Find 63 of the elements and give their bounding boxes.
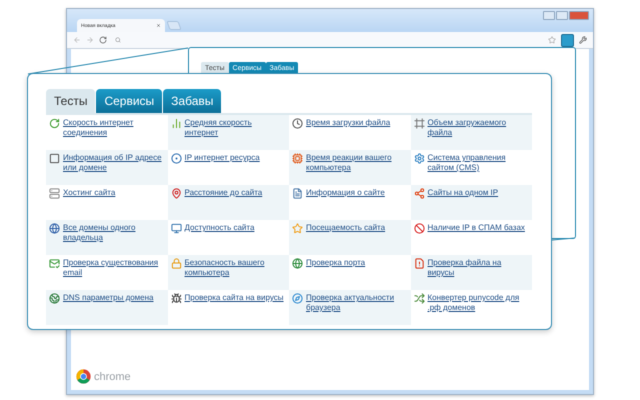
network-icon — [414, 188, 424, 199]
circle-icon — [170, 153, 182, 164]
tool-link[interactable]: Проверка сайта на вирусы — [184, 293, 284, 303]
close-button[interactable] — [569, 11, 589, 20]
search-icon — [115, 37, 121, 43]
bug-icon — [170, 293, 182, 304]
ban-icon — [414, 223, 424, 234]
document-icon — [292, 188, 303, 199]
file-icon — [414, 258, 424, 269]
popup-tab[interactable]: Забавы — [163, 89, 222, 113]
back-icon[interactable] — [73, 36, 81, 44]
maximize-button[interactable] — [556, 11, 568, 20]
chip-icon — [292, 153, 303, 164]
star-icon[interactable] — [548, 36, 556, 44]
tool-link[interactable]: Время загрузки файла — [306, 118, 390, 128]
popup-tab[interactable]: Сервисы — [96, 89, 162, 113]
wrench-icon[interactable] — [579, 36, 587, 44]
star-icon — [292, 223, 303, 234]
tool-link[interactable]: Расстояние до сайта — [184, 188, 262, 198]
tool-link[interactable]: Проверка файла на вирусы — [428, 258, 530, 278]
tool-link[interactable]: Система управления сайтом (CMS) — [428, 153, 530, 173]
shuffle-icon — [414, 293, 424, 304]
compass-icon — [292, 293, 303, 304]
tool-link[interactable]: Объем загружаемого файла — [428, 118, 530, 138]
tool-link[interactable]: Время реакции вашего компьютера — [306, 153, 408, 173]
chrome-logo-icon — [76, 369, 91, 384]
extension-button[interactable] — [561, 34, 574, 46]
reload-icon[interactable] — [99, 36, 107, 44]
tool-link[interactable]: Все домены одного владельца — [63, 223, 166, 243]
tool-link[interactable]: Доступность сайта — [184, 223, 254, 233]
tool-link[interactable]: DNS параметры домена — [63, 293, 154, 303]
lock-icon — [170, 258, 182, 269]
tool-link[interactable]: Конвертер punycode для .рф доменов — [428, 293, 530, 313]
tool-link[interactable]: Проверка актуальности браузера — [306, 293, 408, 313]
server-icon — [49, 188, 60, 199]
rotate-icon — [49, 118, 60, 129]
tool-link[interactable]: Информация об IP адресе или домене — [63, 153, 166, 173]
tool-link[interactable]: Проверка порта — [306, 258, 366, 268]
mail-icon — [49, 258, 60, 269]
minimize-button[interactable] — [543, 11, 555, 20]
brand-text: chrome — [94, 370, 131, 382]
globe-icon — [49, 223, 60, 234]
tool-link[interactable]: Сайты на одном IP — [428, 188, 498, 198]
tool-link[interactable]: Проверка существования email — [63, 258, 166, 278]
new-tab-button[interactable] — [166, 21, 182, 30]
square-icon — [49, 153, 60, 164]
tool-link[interactable]: Средняя скорость интернет — [184, 118, 287, 138]
tool-link[interactable]: Скорость интернет соединения — [63, 118, 166, 138]
monitor-icon — [170, 223, 182, 234]
popup-tab[interactable]: Тесты — [46, 89, 96, 113]
pin-icon — [170, 188, 182, 199]
settings-icon — [414, 153, 424, 164]
globe-icon — [292, 258, 303, 269]
tool-link[interactable]: IP интернет ресурса — [184, 153, 260, 163]
tool-link[interactable]: Наличие IP в СПАМ базах — [428, 223, 525, 233]
forward-icon[interactable] — [86, 36, 94, 44]
tool-link[interactable]: Информация о сайте — [306, 188, 385, 198]
tool-link[interactable]: Безопасность вашего компьютера — [184, 258, 287, 278]
clock-icon — [292, 118, 303, 129]
tool-link[interactable]: Посещаемость сайта — [306, 223, 386, 233]
tool-link[interactable]: Хостинг сайта — [63, 188, 116, 198]
globe-icon — [49, 293, 60, 304]
bars-icon — [170, 118, 182, 129]
